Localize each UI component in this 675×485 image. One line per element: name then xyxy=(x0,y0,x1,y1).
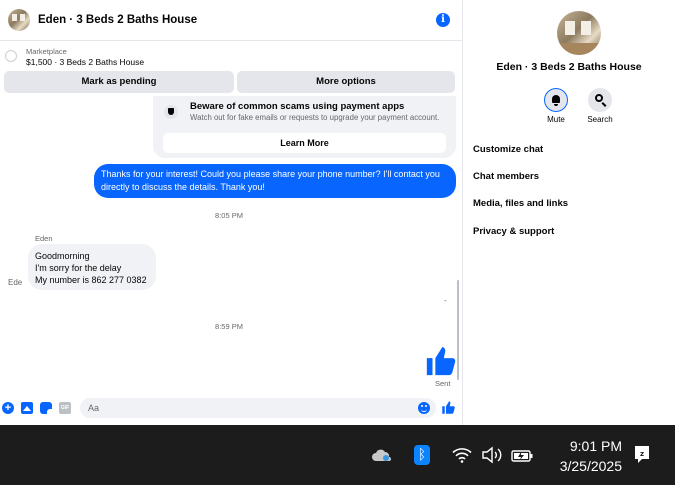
windows-taskbar: ᛒ 9:01 PM 3/25/2025 z xyxy=(0,425,675,485)
onedrive-cloud-icon[interactable] xyxy=(372,449,392,461)
bluetooth-icon[interactable]: ᛒ xyxy=(414,445,430,465)
battery-icon[interactable] xyxy=(510,446,534,464)
message-timestamp: 8:59 PM xyxy=(215,322,243,331)
scam-warning-text: Watch out for fake emails or requests to… xyxy=(190,113,440,122)
wifi-icon[interactable] xyxy=(452,447,472,463)
clock-time[interactable]: 9:01 PM xyxy=(570,438,622,454)
outgoing-message[interactable]: Thanks for your interest! Could you plea… xyxy=(94,164,456,198)
clock-date[interactable]: 3/25/2025 xyxy=(560,458,622,474)
message-line: My number is 862 277 0382 xyxy=(35,275,147,285)
photo-icon[interactable] xyxy=(21,402,33,414)
chat-title[interactable]: Eden · 3 Beds 2 Baths House xyxy=(38,14,197,26)
marketplace-listing[interactable]: Marketplace $1,500 · 3 Beds 2 Baths Hous… xyxy=(0,42,462,70)
info-icon[interactable]: i xyxy=(436,13,450,27)
message-input[interactable] xyxy=(80,398,436,418)
sent-status: Sent xyxy=(435,379,451,388)
chat-header: Eden · 3 Beds 2 Baths House i xyxy=(0,0,462,41)
menu-customize-chat[interactable]: Customize chat xyxy=(473,144,543,155)
menu-chat-members[interactable]: Chat members xyxy=(473,171,539,182)
mute-label: Mute xyxy=(547,115,565,124)
menu-privacy-support[interactable]: Privacy & support xyxy=(473,226,554,237)
bluetooth-glyph: ᛒ xyxy=(417,447,427,463)
scam-warning-card: Beware of common scams using payment app… xyxy=(153,96,456,158)
mute-button[interactable]: Mute xyxy=(531,88,581,124)
emoji-icon[interactable] xyxy=(418,402,430,414)
thumbs-up-sent-icon[interactable] xyxy=(424,344,458,378)
listing-price-title: $1,500 · 3 Beds 2 Baths House xyxy=(26,57,145,67)
sender-avatar-label[interactable]: Ede xyxy=(8,278,22,287)
listing-avatar-large[interactable] xyxy=(557,11,601,55)
message-line: Goodmorning xyxy=(35,251,90,261)
search-label: Search xyxy=(587,115,613,124)
plus-icon[interactable]: + xyxy=(2,402,14,414)
learn-more-button[interactable]: Learn More xyxy=(163,133,446,153)
sender-name: Eden xyxy=(35,234,53,243)
search-button[interactable]: Search xyxy=(575,88,625,124)
search-icon xyxy=(595,94,603,102)
chat-panel: Eden · 3 Beds 2 Baths House i Marketplac… xyxy=(0,0,462,425)
marketplace-label: Marketplace xyxy=(26,47,67,56)
listing-avatar[interactable] xyxy=(8,9,30,31)
svg-text:z: z xyxy=(640,450,644,458)
incoming-message[interactable]: Goodmorning I'm sorry for the delay My n… xyxy=(28,244,156,290)
volume-icon[interactable] xyxy=(481,446,503,464)
message-composer: + GIF xyxy=(0,395,462,421)
gif-icon[interactable]: GIF xyxy=(59,402,71,414)
dash-mark: - xyxy=(444,296,447,305)
message-timestamp: 8:05 PM xyxy=(215,211,243,220)
shield-icon xyxy=(164,105,178,119)
sticker-icon[interactable] xyxy=(40,402,52,414)
mark-as-pending-button[interactable]: Mark as pending xyxy=(4,71,234,93)
more-options-button[interactable]: More options xyxy=(237,71,455,93)
thumbs-up-icon[interactable] xyxy=(441,400,456,415)
details-title: Eden · 3 Beds 2 Baths House xyxy=(496,61,642,73)
bell-icon xyxy=(552,95,560,106)
listing-thumbnail xyxy=(5,50,17,62)
chat-details-panel: Eden · 3 Beds 2 Baths House Mute Search … xyxy=(463,0,675,425)
message-line: I'm sorry for the delay xyxy=(35,263,122,273)
notification-icon[interactable]: z xyxy=(633,445,651,465)
scam-warning-title: Beware of common scams using payment app… xyxy=(190,101,405,112)
menu-media-files-links[interactable]: Media, files and links xyxy=(473,198,568,209)
